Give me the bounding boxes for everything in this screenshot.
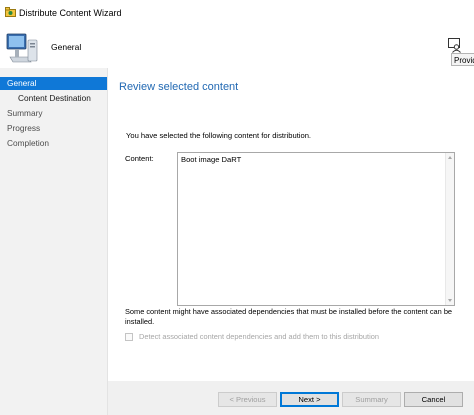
content-label: Content: [125,154,154,163]
dependencies-checkbox-row[interactable]: Detect associated content dependencies a… [125,331,379,342]
previous-button[interactable]: < Previous [218,392,277,407]
summary-button[interactable]: Summary [342,392,401,407]
window-title: Distribute Content Wizard [19,8,122,18]
cancel-button[interactable]: Cancel [404,392,463,407]
computer-monitor-icon [6,33,38,63]
page-header-title: General [51,42,82,52]
title-bar: Distribute Content Wizard [0,0,474,28]
wizard-header: General [0,28,474,68]
distribute-content-icon [5,7,16,17]
next-button[interactable]: Next > [280,392,339,407]
intro-text: You have selected the following content … [126,131,312,140]
sidebar-item-content-destination[interactable]: Content Destination [0,92,107,105]
detect-dependencies-label: Detect associated content dependencies a… [139,332,379,341]
wizard-button-bar: < Previous Next > Summary Cancel [108,381,474,415]
sidebar-item-completion[interactable]: Completion [0,137,107,150]
content-list-item[interactable]: Boot image DaRT [181,154,451,165]
wizard-content: Review selected content You have selecte… [108,68,474,415]
content-list-scrollbar[interactable] [445,153,454,305]
detect-dependencies-checkbox[interactable] [125,332,133,341]
dependency-note: Some content might have associated depen… [125,307,453,326]
help-person-icon[interactable] [447,37,463,53]
scroll-down-arrow-icon[interactable] [448,299,452,302]
sidebar-item-summary[interactable]: Summary [0,107,107,120]
section-title: Review selected content [119,81,239,93]
wizard-sidebar: General Content Destination Summary Prog… [0,68,108,415]
help-tooltip: Provide [451,53,474,66]
scroll-up-arrow-icon[interactable] [448,156,452,159]
sidebar-item-progress[interactable]: Progress [0,122,107,135]
sidebar-item-general[interactable]: General [0,77,107,90]
content-list[interactable]: Boot image DaRT [177,152,455,306]
